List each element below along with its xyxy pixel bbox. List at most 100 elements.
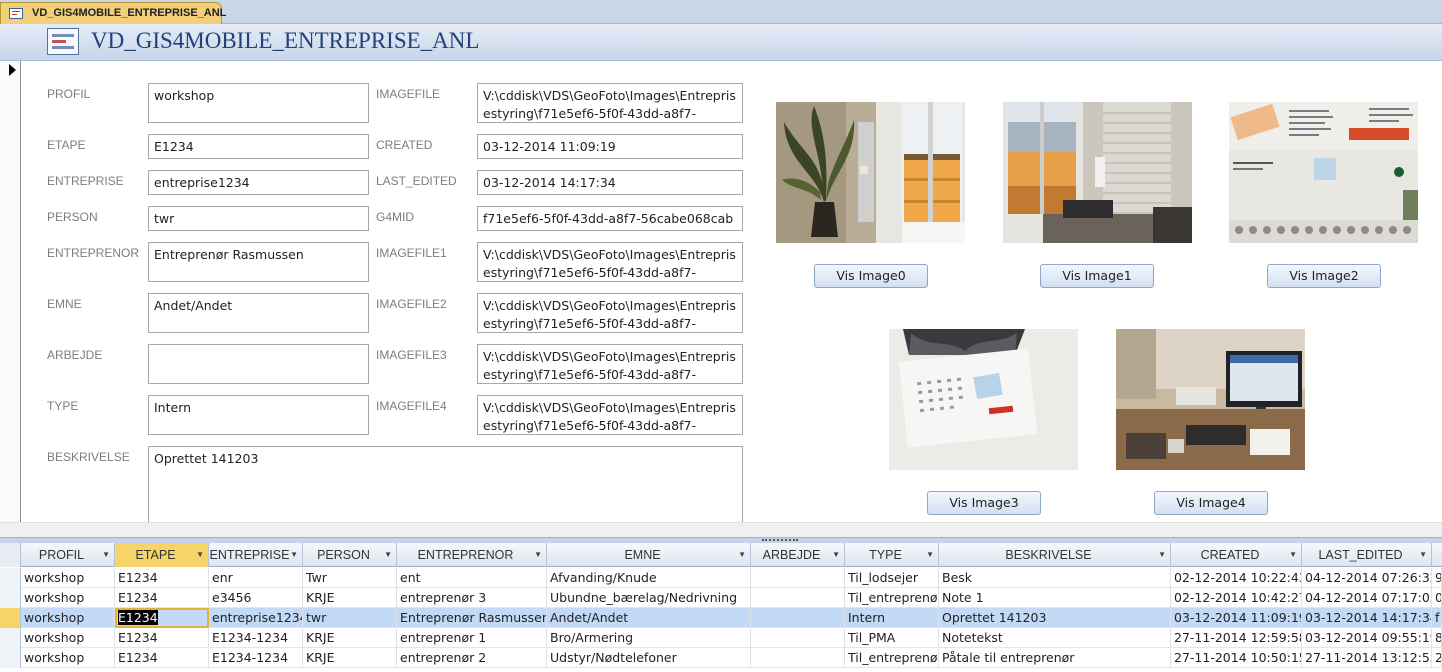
- cell-etape[interactable]: E1234: [115, 588, 209, 608]
- column-header-arbejde[interactable]: ARBEJDE ▼: [751, 543, 845, 567]
- g4mid-field[interactable]: f71e5ef6-5f0f-43dd-a8f7-56cabe068cab: [477, 206, 743, 231]
- cell-emne[interactable]: Ubundne_bærelag/Nedrivning: [547, 588, 751, 608]
- cell-entreprise[interactable]: e3456: [209, 588, 303, 608]
- row-selector[interactable]: [0, 588, 21, 608]
- cell-type[interactable]: Intern: [845, 608, 939, 628]
- cell-etape[interactable]: E1234: [115, 608, 209, 628]
- row-selector[interactable]: [0, 628, 21, 648]
- cell-entreprenor[interactable]: Entreprenør Rasmussen: [397, 608, 547, 628]
- row-selector[interactable]: [0, 648, 21, 668]
- cell-created[interactable]: 02-12-2014 10:22:43: [1171, 568, 1302, 588]
- cell-overflow[interactable]: 2: [1432, 648, 1442, 668]
- cell-arbejde[interactable]: [751, 608, 845, 628]
- cell-created[interactable]: 27-11-2014 12:59:58: [1171, 628, 1302, 648]
- dropdown-arrow-icon[interactable]: ▼: [832, 543, 840, 567]
- cell-last-edited[interactable]: 04-12-2014 07:26:32: [1302, 568, 1432, 588]
- cell-last-edited[interactable]: 03-12-2014 14:17:34: [1302, 608, 1432, 628]
- imagefile1-field[interactable]: V:\cddisk\VDS\GeoFoto\Images\Entreprises…: [477, 242, 743, 282]
- cell-entreprenor[interactable]: entreprenør 3: [397, 588, 547, 608]
- vis-image2-button[interactable]: Vis Image2: [1267, 264, 1381, 288]
- column-header-type[interactable]: TYPE ▼: [845, 543, 939, 567]
- cell-last-edited[interactable]: 03-12-2014 09:55:19: [1302, 628, 1432, 648]
- column-header-etape[interactable]: ETAPE ▼: [115, 543, 209, 567]
- cell-entreprenor[interactable]: ent: [397, 568, 547, 588]
- cell-emne[interactable]: Andet/Andet: [547, 608, 751, 628]
- cell-profil[interactable]: workshop: [21, 608, 115, 628]
- cell-entreprenor[interactable]: entreprenør 1: [397, 628, 547, 648]
- last-edited-field[interactable]: 03-12-2014 14:17:34: [477, 170, 743, 195]
- table-row[interactable]: workshop E1234 E1234-1234 KRJE entreprenør 2…: [0, 648, 1442, 668]
- cell-person[interactable]: KRJE: [303, 588, 397, 608]
- emne-field[interactable]: Andet/Andet: [148, 293, 369, 333]
- row-selector[interactable]: [0, 568, 21, 588]
- cell-emne[interactable]: Udstyr/Nødtelefoner: [547, 648, 751, 668]
- cell-beskrivelse[interactable]: Note 1: [939, 588, 1171, 608]
- cell-arbejde[interactable]: [751, 588, 845, 608]
- cell-type[interactable]: Til_PMA: [845, 628, 939, 648]
- cell-overflow[interactable]: 8: [1432, 628, 1442, 648]
- cell-arbejde[interactable]: [751, 568, 845, 588]
- dropdown-arrow-icon[interactable]: ▼: [1158, 543, 1166, 567]
- dropdown-arrow-icon[interactable]: ▼: [384, 543, 392, 567]
- dropdown-arrow-icon[interactable]: ▼: [196, 543, 204, 567]
- dropdown-arrow-icon[interactable]: ▼: [738, 543, 746, 567]
- etape-field[interactable]: E1234: [148, 134, 369, 159]
- cell-person[interactable]: KRJE: [303, 648, 397, 668]
- table-row[interactable]: workshop E1234 entreprise1234 twr Entreprenø…: [0, 608, 1442, 628]
- vis-image3-button[interactable]: Vis Image3: [927, 491, 1041, 515]
- column-header-entreprenor[interactable]: ENTREPRENOR ▼: [397, 543, 547, 567]
- splitter-grip-icon[interactable]: [762, 539, 798, 542]
- cell-created[interactable]: 27-11-2014 10:50:15: [1171, 648, 1302, 668]
- dropdown-arrow-icon[interactable]: ▼: [290, 543, 298, 567]
- cell-created[interactable]: 02-12-2014 10:42:27: [1171, 588, 1302, 608]
- cell-entreprise[interactable]: E1234-1234: [209, 628, 303, 648]
- vis-image1-button[interactable]: Vis Image1: [1040, 264, 1154, 288]
- cell-beskrivelse[interactable]: Notetekst: [939, 628, 1171, 648]
- column-header-person[interactable]: PERSON ▼: [303, 543, 397, 567]
- column-header-last-edited[interactable]: LAST_EDITED ▼: [1302, 543, 1432, 567]
- cell-profil[interactable]: workshop: [21, 628, 115, 648]
- cell-beskrivelse[interactable]: Besk: [939, 568, 1171, 588]
- arbejde-field[interactable]: [148, 344, 369, 384]
- dropdown-arrow-icon[interactable]: ▼: [102, 543, 110, 567]
- vis-image4-button[interactable]: Vis Image4: [1154, 491, 1268, 515]
- cell-emne[interactable]: Bro/Armering: [547, 628, 751, 648]
- cell-entreprise[interactable]: entreprise1234: [209, 608, 303, 628]
- cell-beskrivelse[interactable]: Oprettet 141203: [939, 608, 1171, 628]
- cell-etape[interactable]: E1234: [115, 568, 209, 588]
- dropdown-arrow-icon[interactable]: ▼: [926, 543, 934, 567]
- cell-person[interactable]: twr: [303, 608, 397, 628]
- created-field[interactable]: 03-12-2014 11:09:19: [477, 134, 743, 159]
- cell-entreprenor[interactable]: entreprenør 2: [397, 648, 547, 668]
- cell-last-edited[interactable]: 04-12-2014 07:17:03: [1302, 588, 1432, 608]
- record-selector[interactable]: [0, 61, 21, 522]
- entreprise-field[interactable]: entreprise1234: [148, 170, 369, 195]
- sort-descending-icon[interactable]: ▼: [1419, 543, 1427, 567]
- dropdown-arrow-icon[interactable]: ▼: [534, 543, 542, 567]
- imagefile2-field[interactable]: V:\cddisk\VDS\GeoFoto\Images\Entreprises…: [477, 293, 743, 333]
- column-header-entreprise[interactable]: ENTREPRISE ▼: [209, 543, 303, 567]
- profil-field[interactable]: workshop: [148, 83, 369, 123]
- split-form-splitter[interactable]: [0, 522, 1442, 544]
- cell-created[interactable]: 03-12-2014 11:09:19: [1171, 608, 1302, 628]
- cell-type[interactable]: Til_lodsejer: [845, 568, 939, 588]
- type-field[interactable]: Intern: [148, 395, 369, 435]
- cell-etape[interactable]: E1234: [115, 648, 209, 668]
- cell-entreprise[interactable]: E1234-1234: [209, 648, 303, 668]
- cell-overflow[interactable]: 0: [1432, 588, 1442, 608]
- column-header-emne[interactable]: EMNE ▼: [547, 543, 751, 567]
- person-field[interactable]: twr: [148, 206, 369, 231]
- entreprenor-field[interactable]: Entreprenør Rasmussen: [148, 242, 369, 282]
- imagefile3-field[interactable]: V:\cddisk\VDS\GeoFoto\Images\Entreprises…: [477, 344, 743, 384]
- cell-etape[interactable]: E1234: [115, 628, 209, 648]
- cell-profil[interactable]: workshop: [21, 568, 115, 588]
- cell-overflow[interactable]: 9: [1432, 568, 1442, 588]
- cell-emne[interactable]: Afvanding/Knude: [547, 568, 751, 588]
- beskrivelse-field[interactable]: Oprettet 141203: [148, 446, 743, 522]
- column-header-beskrivelse[interactable]: BESKRIVELSE ▼: [939, 543, 1171, 567]
- cell-profil[interactable]: workshop: [21, 648, 115, 668]
- cell-last-edited[interactable]: 27-11-2014 13:12:53: [1302, 648, 1432, 668]
- cell-arbejde[interactable]: [751, 628, 845, 648]
- cell-profil[interactable]: workshop: [21, 588, 115, 608]
- cell-type[interactable]: Til_entreprenør: [845, 588, 939, 608]
